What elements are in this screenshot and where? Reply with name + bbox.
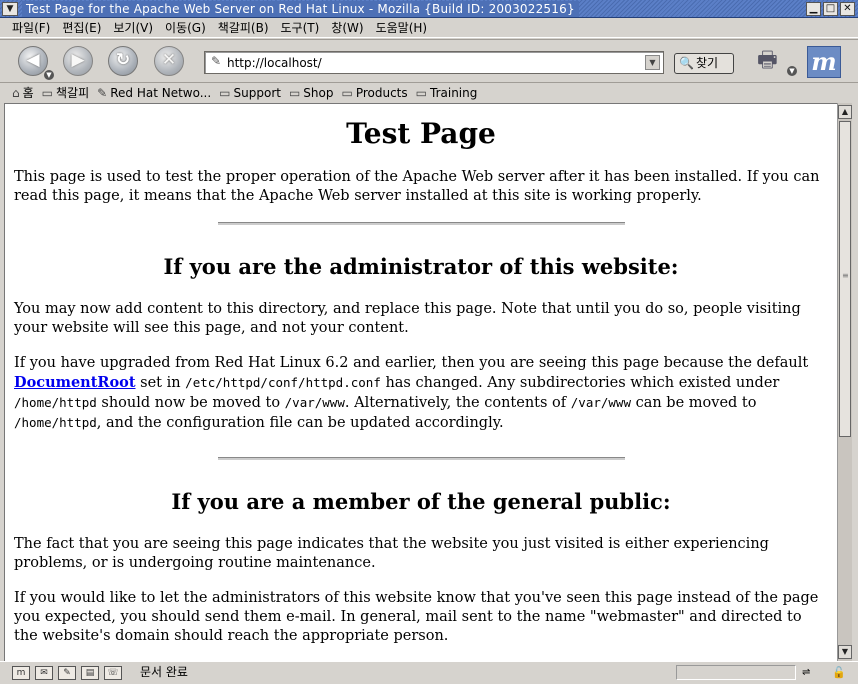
- personal-item-bookmarks[interactable]: ▭ 책갈피: [42, 85, 89, 101]
- documentroot-link[interactable]: DocumentRoot: [14, 374, 136, 391]
- personal-item-label: Shop: [303, 86, 334, 100]
- personal-item-label: 책갈피: [56, 86, 90, 100]
- admin-paragraph-2: If you have upgraded from Red Hat Linux …: [14, 354, 828, 433]
- vertical-scrollbar[interactable]: ▲ ≡ ▼: [837, 103, 852, 661]
- window-title: Test Page for the Apache Web Server on R…: [22, 1, 579, 17]
- security-lock-icon[interactable]: 🔓: [832, 665, 850, 680]
- menu-file[interactable]: 파일(F): [6, 19, 56, 37]
- mozilla-throbber-icon[interactable]: m: [807, 46, 841, 78]
- scrollbar-grip-icon: ≡: [842, 271, 849, 280]
- personal-item-shop[interactable]: ▭ Shop: [289, 85, 334, 101]
- code-path: /home/httpd: [14, 395, 97, 410]
- personal-item-label: 홈: [22, 86, 34, 100]
- personal-item-label: Training: [430, 86, 478, 100]
- text-run: can be moved to: [630, 395, 757, 411]
- print-dropdown-icon[interactable]: ▼: [787, 66, 797, 76]
- print-icon[interactable]: 🖶: [757, 48, 789, 74]
- back-arrow-icon: ◀: [26, 50, 40, 70]
- code-path: /var/www: [570, 395, 631, 410]
- admin-paragraph-1: You may now add content to this director…: [14, 301, 801, 336]
- page-title: Test Page: [346, 117, 496, 150]
- minimize-button[interactable]: ▁: [806, 2, 821, 16]
- personal-item-training[interactable]: ▭ Training: [416, 85, 478, 101]
- mail-icon[interactable]: ✉: [35, 666, 53, 680]
- url-bar[interactable]: ✎ ▼: [204, 51, 664, 74]
- window-titlebar[interactable]: ▼ Test Page for the Apache Web Server on…: [0, 0, 858, 18]
- page-content[interactable]: Test Page This page is used to test the …: [4, 103, 837, 661]
- back-history-dropdown-icon[interactable]: ▼: [44, 70, 54, 80]
- progress-meter: [676, 665, 796, 680]
- address-book-icon[interactable]: ▤: [81, 666, 99, 680]
- folder-icon: ▭: [41, 86, 54, 100]
- forward-arrow-icon: ▶: [71, 50, 85, 70]
- composer-icon[interactable]: ✎: [58, 666, 76, 680]
- menu-view[interactable]: 보기(V): [107, 19, 159, 37]
- home-icon: ⌂: [12, 86, 20, 100]
- back-button[interactable]: ◀: [18, 46, 48, 76]
- code-path: /home/httpd: [14, 415, 97, 430]
- personal-item-home[interactable]: ⌂ 홈: [12, 85, 34, 101]
- text-run: set in: [135, 375, 186, 391]
- personal-item-support[interactable]: ▭ Support: [219, 85, 281, 101]
- personal-toolbar: ⌂ 홈 ▭ 책갈피 ✎ Red Hat Netwo... ▭ Support ▭ Shop…: [0, 84, 858, 102]
- folder-icon: ▭: [288, 86, 301, 100]
- intro-paragraph: This page is used to test the proper ope…: [14, 169, 820, 204]
- text-run: . Alternatively, the contents of: [344, 395, 571, 411]
- status-text: 문서 완료: [140, 665, 188, 679]
- text-run: If you have upgraded from Red Hat Linux …: [14, 355, 809, 371]
- maximize-button[interactable]: □: [823, 2, 838, 16]
- component-bar: m ✉ ✎ ▤ ☏: [0, 666, 127, 680]
- public-paragraph-1: The fact that you are seeing this page i…: [14, 536, 769, 571]
- text-run: has changed. Any subdirectories which ex…: [380, 375, 780, 391]
- url-history-dropdown-icon[interactable]: ▼: [645, 55, 660, 70]
- folder-icon: ▭: [219, 86, 231, 100]
- divider: [217, 222, 625, 225]
- search-icon: 🔍: [679, 56, 694, 70]
- forward-button[interactable]: ▶: [63, 46, 93, 76]
- chat-icon[interactable]: ☏: [104, 666, 122, 680]
- menu-tools[interactable]: 도구(T): [275, 19, 326, 37]
- status-bar: m ✉ ✎ ▤ ☏ 문서 완료 ⇌ 🔓: [0, 661, 858, 684]
- menu-window[interactable]: 창(W): [325, 19, 369, 37]
- personal-item-products[interactable]: ▭ Products: [341, 85, 407, 101]
- menu-bookmarks[interactable]: 책갈피(B): [212, 19, 275, 37]
- public-paragraph-2: If you would like to let the administrat…: [14, 590, 819, 644]
- navigation-toolbar: ◀ ▼ ▶ ↻ ✕ ✎ ▼ 🔍찾기 🖶 ▼ m: [0, 39, 858, 83]
- stop-button[interactable]: ✕: [154, 46, 184, 76]
- close-button[interactable]: ✕: [840, 2, 855, 16]
- text-run: should now be moved to: [96, 395, 285, 411]
- window-menu-button[interactable]: ▼: [2, 2, 18, 16]
- personal-item-label: Support: [233, 86, 281, 100]
- code-path: /etc/httpd/conf/httpd.conf: [185, 375, 381, 390]
- bookmark-icon: ✎: [97, 86, 108, 100]
- folder-icon: ▭: [341, 86, 353, 100]
- scroll-up-arrow-icon[interactable]: ▲: [838, 105, 852, 119]
- public-heading: If you are a member of the general publi…: [171, 489, 671, 514]
- page-proxy-icon[interactable]: ✎: [211, 54, 221, 68]
- code-path: /var/www: [284, 395, 345, 410]
- reload-button[interactable]: ↻: [108, 46, 138, 76]
- personal-item-label: Products: [355, 86, 408, 100]
- folder-icon: ▭: [415, 86, 427, 100]
- personal-item-red-hat-network[interactable]: ✎ Red Hat Netwo...: [97, 85, 211, 101]
- search-button[interactable]: 🔍 찾기: [674, 53, 734, 74]
- admin-heading: If you are the administrator of this web…: [163, 254, 679, 279]
- menu-edit[interactable]: 편집(E): [56, 19, 107, 37]
- menu-help[interactable]: 도움말(H): [370, 19, 434, 37]
- divider: [217, 457, 625, 460]
- online-status-icon[interactable]: ⇌: [802, 665, 826, 680]
- reload-icon: ↻: [115, 50, 131, 70]
- scrollbar-thumb[interactable]: ≡: [839, 121, 851, 437]
- text-run: , and the configuration file can be upda…: [96, 415, 504, 431]
- personal-item-label: Red Hat Netwo...: [110, 86, 212, 100]
- url-input[interactable]: [227, 53, 637, 72]
- menu-bar: 파일(F) 편집(E) 보기(V) 이동(G) 책갈피(B) 도구(T) 창(W…: [0, 18, 858, 38]
- search-button-label: 찾기: [695, 56, 719, 70]
- stop-icon: ✕: [161, 50, 177, 70]
- scroll-down-arrow-icon[interactable]: ▼: [838, 645, 852, 659]
- navigator-icon[interactable]: m: [12, 666, 30, 680]
- menu-go[interactable]: 이동(G): [159, 19, 212, 37]
